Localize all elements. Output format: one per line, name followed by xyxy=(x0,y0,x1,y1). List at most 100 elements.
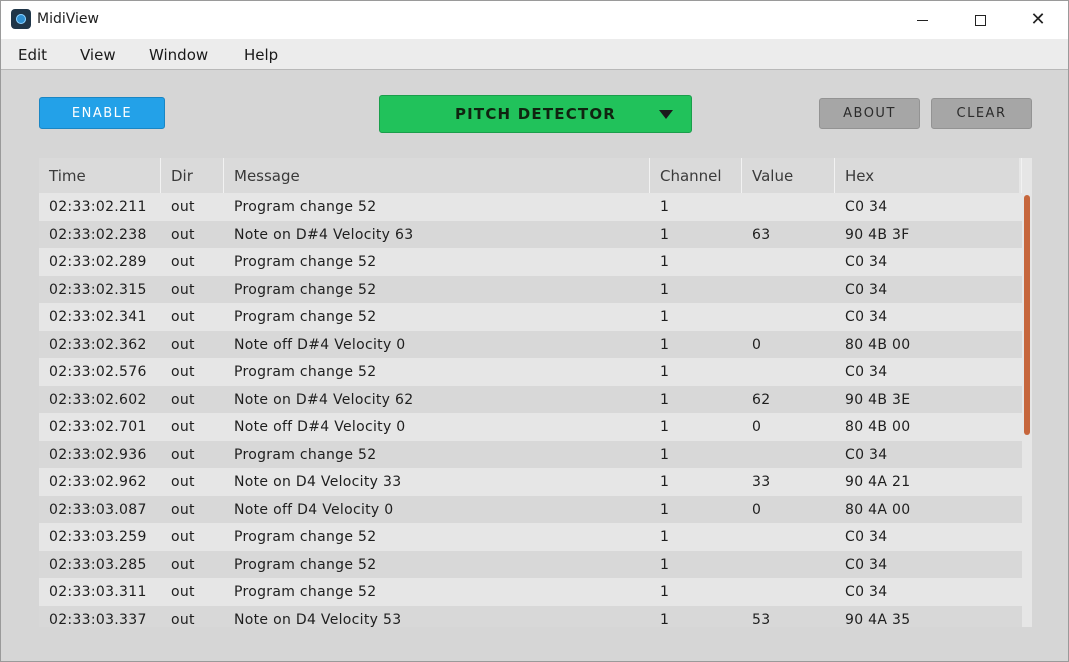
table-row[interactable]: 02:33:02.576 out Program change 52 1 C0 34 xyxy=(39,358,1022,386)
menu-help[interactable]: Help xyxy=(244,46,278,64)
menu-window[interactable]: Window xyxy=(149,46,208,64)
column-header-dir[interactable]: Dir xyxy=(161,158,224,193)
cell-value xyxy=(742,441,835,469)
column-header-channel[interactable]: Channel xyxy=(650,158,742,193)
plugin-selector-dropdown[interactable]: PITCH DETECTOR xyxy=(379,95,692,133)
table-row[interactable]: 02:33:02.238 out Note on D#4 Velocity 63 1 6… xyxy=(39,220,1022,248)
cell-time: 02:33:02.238 xyxy=(49,226,147,243)
cell-hex: C0 34 xyxy=(845,556,888,573)
table-row[interactable]: 02:33:03.285 out Program change 52 1 C0 34 xyxy=(39,550,1022,578)
cell-message: Program change 52 xyxy=(234,446,377,463)
menu-view[interactable]: View xyxy=(80,46,116,64)
maximize-button[interactable] xyxy=(951,1,1009,39)
app-logo-icon xyxy=(11,9,31,29)
cell-dir: out xyxy=(171,474,195,490)
cell-time: 02:33:03.337 xyxy=(49,611,147,628)
cell-channel: 1 xyxy=(660,199,670,215)
cell-dir: out xyxy=(171,364,195,380)
cell-hex: 90 4B 3E xyxy=(845,391,911,408)
cell-time: 02:33:02.289 xyxy=(49,254,147,270)
app-window: MidiView ✕ Edit View Window Help ENABLE … xyxy=(0,0,1069,662)
cell-channel: 1 xyxy=(660,254,670,270)
cell-channel: 1 xyxy=(660,611,670,628)
cell-dir: out xyxy=(171,391,195,408)
cell-message: Program change 52 xyxy=(234,364,377,380)
cell-dir: out xyxy=(171,611,195,628)
cell-message: Program change 52 xyxy=(234,309,377,325)
cell-channel: 1 xyxy=(660,501,670,518)
table-row[interactable]: 02:33:02.289 out Program change 52 1 C0 34 xyxy=(39,248,1022,276)
cell-hex: C0 34 xyxy=(845,529,888,545)
table-row[interactable]: 02:33:02.936 out Program change 52 1 C0 34 xyxy=(39,440,1022,469)
cell-value: 0 xyxy=(752,501,762,518)
cell-dir: out xyxy=(171,309,195,325)
cell-dir: out xyxy=(171,501,195,518)
cell-value: 33 xyxy=(752,474,771,490)
table-row[interactable]: 02:33:02.362 out Note off D#4 Velocity 0 1 0… xyxy=(39,330,1022,358)
scrollbar-thumb[interactable] xyxy=(1024,195,1030,435)
table-row[interactable]: 02:33:02.701 out Note off D#4 Velocity 0 1 0… xyxy=(39,413,1022,441)
menu-edit[interactable]: Edit xyxy=(18,46,47,64)
cell-value xyxy=(742,193,835,221)
cell-channel: 1 xyxy=(660,309,670,325)
cell-hex: 80 4B 00 xyxy=(845,419,911,435)
table-row[interactable]: 02:33:03.259 out Program change 52 1 C0 34 xyxy=(39,523,1022,551)
midi-message-table: Time Dir Message Channel Value Hex 02:33… xyxy=(39,158,1032,627)
close-button[interactable]: ✕ xyxy=(1009,1,1067,39)
cell-channel: 1 xyxy=(660,584,670,600)
column-header-time[interactable]: Time xyxy=(39,158,161,193)
table-row[interactable]: 02:33:02.315 out Program change 52 1 C0 34 xyxy=(39,275,1022,303)
title-bar: MidiView ✕ xyxy=(1,1,1068,39)
cell-message: Note on D4 Velocity 33 xyxy=(234,474,402,490)
minimize-icon xyxy=(916,19,928,21)
cell-message: Program change 52 xyxy=(234,199,377,215)
cell-time: 02:33:02.701 xyxy=(49,419,147,435)
dropdown-arrow-icon xyxy=(659,110,673,119)
cell-message: Note off D#4 Velocity 0 xyxy=(234,336,406,353)
cell-value xyxy=(742,523,835,551)
cell-message: Program change 52 xyxy=(234,281,377,298)
close-icon: ✕ xyxy=(1030,9,1046,30)
cell-value xyxy=(742,358,835,386)
minimize-button[interactable] xyxy=(893,1,951,39)
table-row[interactable]: 02:33:02.962 out Note on D4 Velocity 33 1 33… xyxy=(39,468,1022,496)
cell-hex: 90 4A 35 xyxy=(845,611,911,628)
cell-dir: out xyxy=(171,419,195,435)
clear-button[interactable]: CLEAR xyxy=(931,98,1032,129)
table-row[interactable]: 02:33:03.311 out Program change 52 1 C0 34 xyxy=(39,578,1022,606)
cell-channel: 1 xyxy=(660,364,670,380)
cell-channel: 1 xyxy=(660,529,670,545)
cell-message: Note on D#4 Velocity 62 xyxy=(234,391,414,408)
cell-value: 0 xyxy=(752,336,762,353)
cell-message: Note on D#4 Velocity 63 xyxy=(234,226,414,243)
table-row[interactable]: 02:33:03.337 out Note on D4 Velocity 53 1 53… xyxy=(39,605,1022,628)
cell-channel: 1 xyxy=(660,474,670,490)
enable-button[interactable]: ENABLE xyxy=(39,97,165,129)
cell-hex: C0 34 xyxy=(845,584,888,600)
cell-dir: out xyxy=(171,199,195,215)
cell-message: Note off D4 Velocity 0 xyxy=(234,501,394,518)
table-row[interactable]: 02:33:02.602 out Note on D#4 Velocity 62 1 6… xyxy=(39,385,1022,413)
cell-dir: out xyxy=(171,446,195,463)
cell-value xyxy=(742,578,835,606)
cell-time: 02:33:02.962 xyxy=(49,474,147,490)
table-row[interactable]: 02:33:03.087 out Note off D4 Velocity 0 1 0 8… xyxy=(39,495,1022,523)
selector-label: PITCH DETECTOR xyxy=(454,105,617,123)
cell-dir: out xyxy=(171,281,195,298)
about-button[interactable]: ABOUT xyxy=(819,98,920,129)
cell-message: Program change 52 xyxy=(234,556,377,573)
cell-message: Program change 52 xyxy=(234,254,377,270)
column-header-message[interactable]: Message xyxy=(224,158,650,193)
cell-dir: out xyxy=(171,226,195,243)
column-header-value[interactable]: Value xyxy=(742,158,835,193)
table-row[interactable]: 02:33:02.341 out Program change 52 1 C0 34 xyxy=(39,303,1022,331)
cell-hex: 90 4B 3F xyxy=(845,226,910,243)
cell-hex: C0 34 xyxy=(845,309,888,325)
table-row[interactable]: 02:33:02.211 out Program change 52 1 C0 34 xyxy=(39,193,1022,221)
cell-dir: out xyxy=(171,556,195,573)
cell-value: 63 xyxy=(752,226,771,243)
cell-channel: 1 xyxy=(660,419,670,435)
cell-hex: 80 4A 00 xyxy=(845,501,911,518)
cell-value: 62 xyxy=(752,391,771,408)
column-header-hex[interactable]: Hex xyxy=(835,158,1022,193)
